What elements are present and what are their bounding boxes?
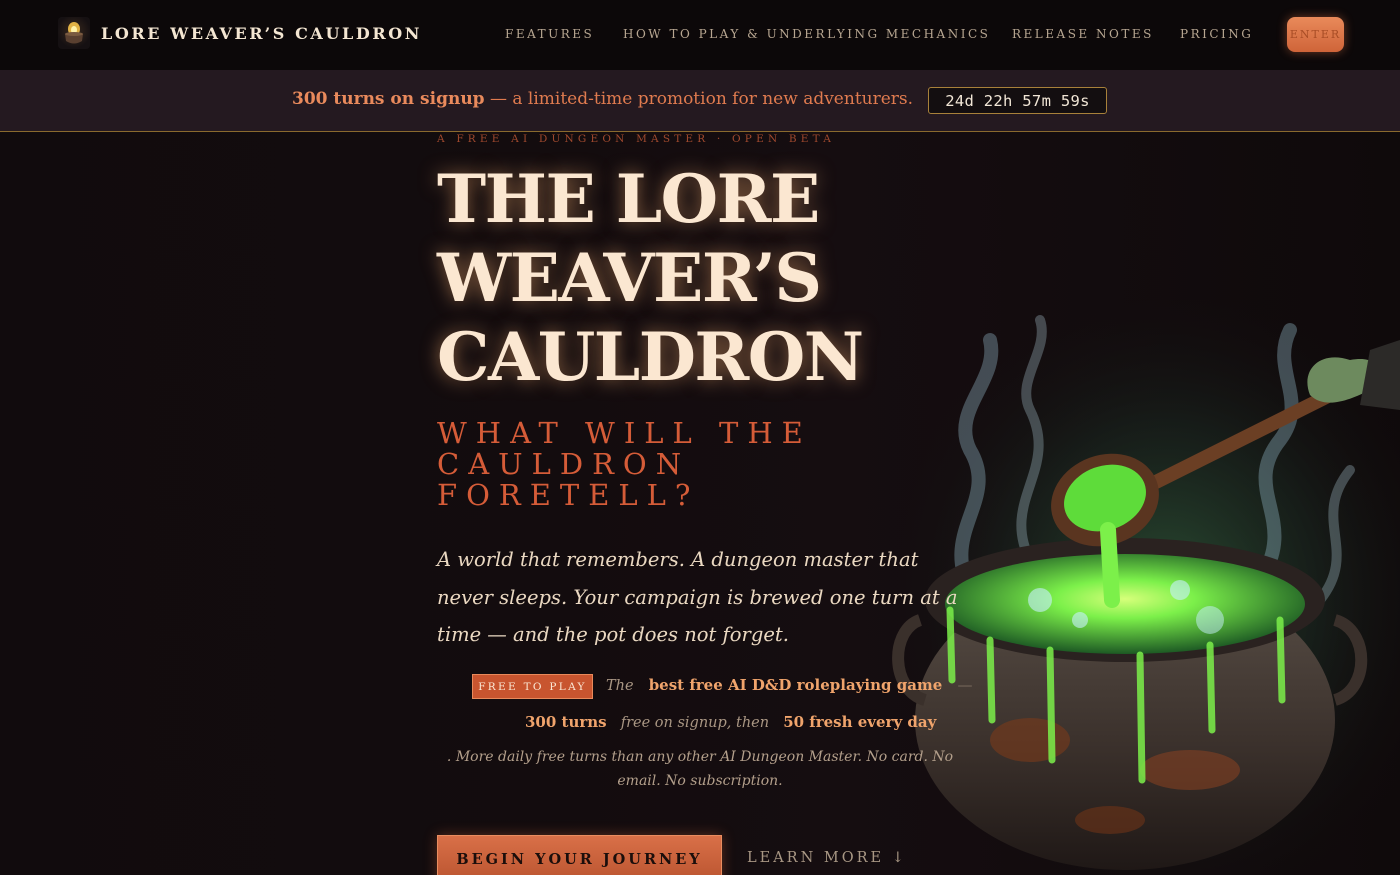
- line1-highlight: best free AI D&D roleplaying game: [648, 676, 943, 694]
- promo-highlight: 300 turns on signup: [292, 89, 485, 109]
- tagline-line-2: 300 turns free on signup, then 50 fresh …: [525, 712, 936, 731]
- nav-links: FEATURES HOW TO PLAY & UNDERLYING MECHAN…: [0, 0, 1400, 70]
- enter-button[interactable]: ENTER: [1287, 17, 1344, 52]
- free-to-play-badge: FREE TO PLAY: [472, 674, 593, 699]
- line2-highlight-a: 300 turns: [525, 713, 607, 731]
- hero-title: THE LORE WEAVER’S CAULDRON: [437, 160, 864, 397]
- hero-eyebrow: A FREE AI DUNGEON MASTER · OPEN BETA: [437, 133, 836, 145]
- hero-lede: A world that remembers. A dungeon master…: [437, 548, 958, 646]
- line2-middle: free on signup, then: [620, 715, 770, 731]
- hero-tagline: WHAT WILL THE CAULDRON FORETELL?: [437, 416, 812, 512]
- line2-highlight-b: 50 fresh every day: [783, 713, 937, 731]
- nav-link-pricing[interactable]: PRICING: [1180, 27, 1253, 41]
- promo-rest: — a limited-time promotion for new adven…: [484, 89, 914, 109]
- line1-prefix: The: [606, 678, 634, 694]
- hero-title-line1: THE LORE: [437, 160, 820, 238]
- nav-link-release-notes[interactable]: RELEASE NOTES: [1012, 27, 1154, 41]
- promo-banner: 300 turns on signup — a limited-time pro…: [0, 70, 1400, 132]
- nav-link-features[interactable]: FEATURES: [505, 27, 594, 41]
- countdown-timer: 24d 22h 57m 59s: [928, 87, 1107, 114]
- hero-fineprint: . More daily free turns than any other A…: [446, 749, 954, 789]
- line1-suffix: —: [957, 676, 973, 694]
- hero-title-line2: WEAVER’S: [437, 239, 822, 317]
- nav-link-how-to-play[interactable]: HOW TO PLAY & UNDERLYING MECHANICS: [623, 27, 990, 41]
- hero-title-line3: CAULDRON: [437, 318, 864, 396]
- promo-text: 300 turns on signup — a limited-time pro…: [292, 89, 913, 109]
- learn-more-link[interactable]: LEARN MORE ↓: [747, 850, 907, 866]
- top-nav: LORE WEAVER’S CAULDRON FEATURES HOW TO P…: [0, 0, 1400, 70]
- tagline-line-1: The best free AI D&D roleplaying game —: [606, 675, 972, 694]
- begin-journey-button[interactable]: BEGIN YOUR JOURNEY: [437, 835, 722, 875]
